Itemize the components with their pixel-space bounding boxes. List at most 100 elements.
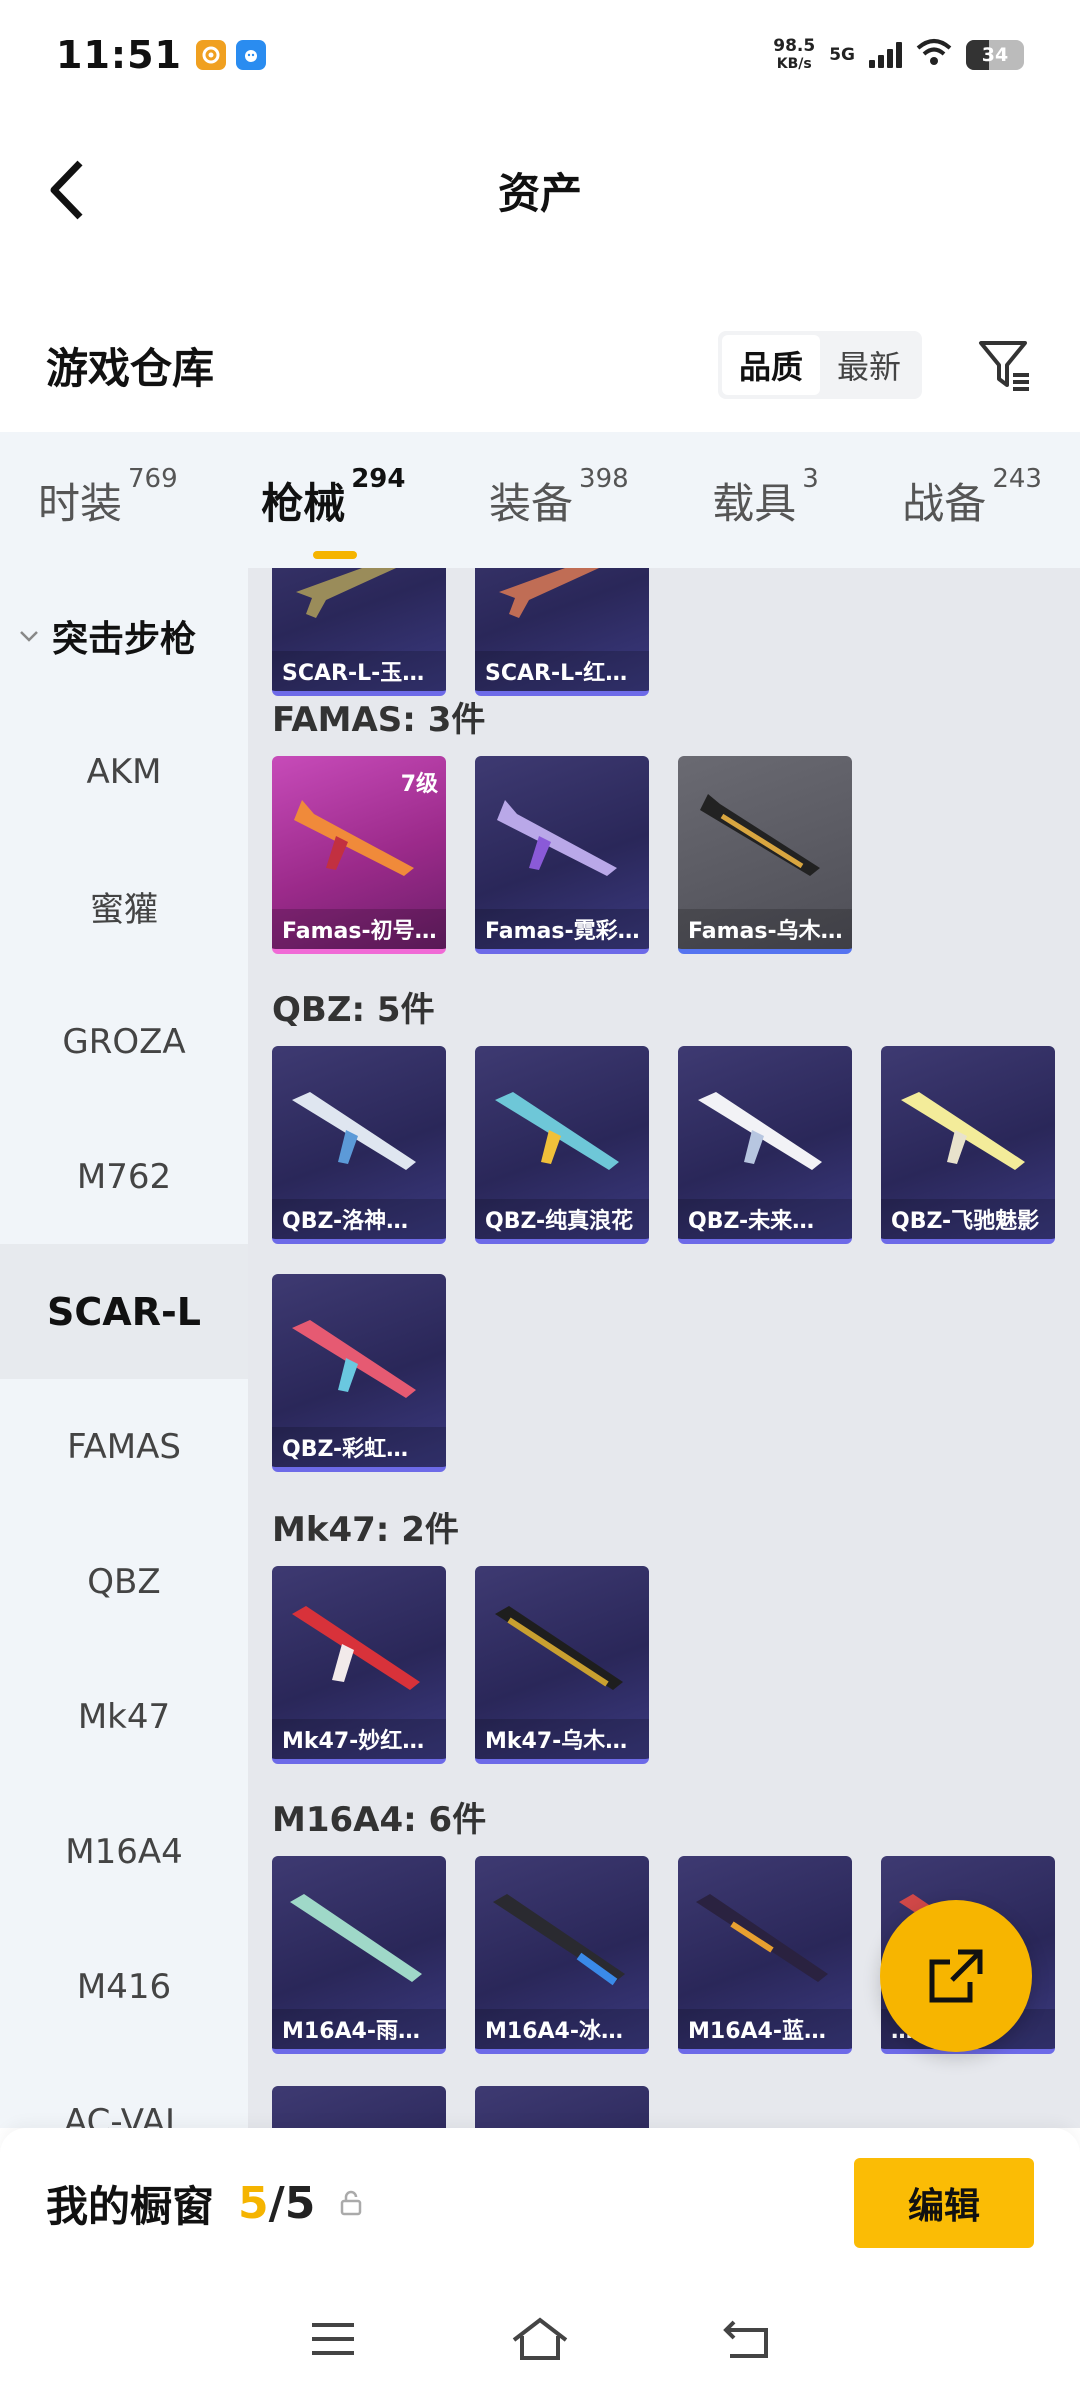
network-type: 5G: [829, 45, 855, 65]
speed-unit: KB/s: [776, 56, 812, 72]
showcase-total: 5: [284, 2177, 316, 2229]
weapon-card[interactable]: SCAR-L-玉…: [272, 568, 446, 696]
tab-weapons[interactable]: 枪械 294: [261, 464, 405, 559]
weapon-card[interactable]: 7级 Famas-初号…: [272, 756, 446, 954]
assets-page: 11:51 98.5 KB/s 5G 34 资产 游戏仓库 品质 最新 时装 7…: [0, 0, 1080, 2400]
share-button[interactable]: [880, 1900, 1032, 2052]
speed-value: 98.5: [773, 36, 816, 56]
lock-icon: [341, 2190, 362, 2216]
weapon-card[interactable]: QBZ-纯真浪花: [475, 1046, 649, 1244]
gun-icon: [296, 568, 397, 618]
back-button[interactable]: [38, 158, 98, 222]
weapon-card[interactable]: M16A4-冰…: [475, 1856, 649, 2054]
tab-count: 294: [351, 463, 406, 494]
edit-button[interactable]: 编辑: [854, 2158, 1034, 2248]
weapon-grid: SCAR-L-玉… SCAR-L-红… FAMAS: 3件 7级 Famas-初…: [248, 568, 1080, 2128]
sidebar-item-famas[interactable]: FAMAS: [0, 1379, 248, 1514]
menu-button[interactable]: [301, 2307, 365, 2371]
sidebar-item-ac-val[interactable]: AC-VAL: [0, 2054, 248, 2129]
weapon-card[interactable]: [475, 2086, 649, 2128]
gun-icon: [698, 1092, 822, 1170]
tab-count: 398: [579, 463, 629, 494]
weapon-card[interactable]: QBZ-飞驰魅影: [881, 1046, 1055, 1244]
weapon-type-sidebar: 突击步枪 AKM 蜜獾 GROZA M762 SCAR-L FAMAS QBZ …: [0, 568, 248, 2128]
weapon-card[interactable]: QBZ-洛神…: [272, 1046, 446, 1244]
weapon-card[interactable]: [272, 2086, 446, 2128]
weapon-card[interactable]: Famas-霓彩…: [475, 756, 649, 954]
sidebar-item-akm[interactable]: AKM: [0, 704, 248, 839]
gun-icon: [292, 1092, 416, 1170]
gun-icon: [497, 800, 617, 876]
tab-label: 载具: [712, 478, 797, 528]
weapon-name: QBZ-纯真浪花: [475, 1199, 649, 1239]
weapon-name: Mk47-乌木…: [475, 1719, 649, 1759]
weapon-name: M16A4-冰…: [475, 2009, 649, 2049]
weapon-name: Mk47-妙红…: [272, 1719, 446, 1759]
tab-label: 战备: [902, 478, 987, 528]
weapon-card[interactable]: Mk47-妙红…: [272, 1566, 446, 1764]
back-nav-button[interactable]: [715, 2307, 779, 2371]
weapon-name: M16A4-雨…: [272, 2009, 446, 2049]
sidebar-item-honey-badger[interactable]: 蜜獾: [0, 839, 248, 974]
active-tab-indicator: [313, 550, 358, 559]
weapon-card[interactable]: QBZ-彩虹…: [272, 1274, 446, 1472]
network-speed: 98.5 KB/s: [773, 37, 815, 73]
gun-icon: [700, 794, 820, 876]
status-time: 11:51: [56, 33, 182, 77]
weapon-card[interactable]: QBZ-未来…: [678, 1046, 852, 1244]
sidebar-item-groza[interactable]: GROZA: [0, 974, 248, 1109]
showcase-current: 5: [238, 2177, 269, 2229]
sort-toggle: 品质 最新: [718, 331, 922, 399]
page-title: 资产: [497, 168, 582, 218]
gun-icon: [292, 1320, 416, 1398]
weapon-name: QBZ-未来…: [678, 1199, 852, 1239]
sidebar-item-m762[interactable]: M762: [0, 1109, 248, 1244]
gun-icon: [499, 568, 600, 618]
battery-level: 34: [981, 44, 1009, 66]
home-button[interactable]: [508, 2307, 572, 2371]
weapon-card[interactable]: SCAR-L-红…: [475, 568, 649, 696]
weapon-card[interactable]: M16A4-蓝…: [678, 1856, 852, 2054]
gun-icon: [696, 1894, 828, 1982]
gun-icon: [292, 1606, 420, 1690]
return-icon: [722, 2320, 768, 2358]
tab-vehicles[interactable]: 载具 3: [712, 464, 819, 531]
sidebar-item-m16a4[interactable]: M16A4: [0, 1784, 248, 1919]
gun-icon: [493, 1894, 625, 1986]
section-title: QBZ: 5件: [272, 990, 435, 1030]
tab-count: 243: [992, 463, 1042, 494]
tab-label: 装备: [489, 478, 574, 528]
gun-icon: [495, 1092, 619, 1170]
section-title: M16A4: 6件: [272, 1800, 487, 1840]
tab-label: 枪械: [261, 478, 346, 528]
app-notification-icon: [195, 40, 226, 70]
filter-button[interactable]: [976, 336, 1034, 394]
chevron-down-icon: [20, 631, 38, 642]
weapon-name: Famas-乌木…: [678, 909, 852, 949]
home-icon: [512, 2317, 568, 2360]
gun-icon: [294, 800, 414, 876]
sidebar-item-mk47[interactable]: Mk47: [0, 1649, 248, 1784]
sidebar-group-assault-rifles[interactable]: 突击步枪: [0, 568, 248, 704]
weapon-card[interactable]: M16A4-雨…: [272, 1856, 446, 2054]
sidebar-item-scar-l[interactable]: SCAR-L: [0, 1244, 248, 1379]
filter-icon: [979, 341, 1029, 391]
weapon-name: Famas-初号…: [272, 909, 446, 949]
weapon-card[interactable]: Famas-乌木…: [678, 756, 852, 954]
warehouse-row: 游戏仓库 品质 最新: [0, 300, 1080, 430]
status-indicators: 98.5 KB/s 5G 34: [773, 37, 1024, 73]
tab-gear[interactable]: 战备 243: [902, 464, 1042, 531]
weapon-name: QBZ-彩虹…: [272, 1427, 446, 1467]
weapon-card[interactable]: Mk47-乌木…: [475, 1566, 649, 1764]
signal-icon: [869, 42, 902, 68]
sort-newest-button[interactable]: 最新: [820, 335, 918, 395]
sidebar-item-qbz[interactable]: QBZ: [0, 1514, 248, 1649]
sort-quality-button[interactable]: 品质: [722, 335, 820, 395]
weapon-name: QBZ-洛神…: [272, 1199, 446, 1239]
sidebar-item-m416[interactable]: M416: [0, 1919, 248, 2054]
tab-equipment[interactable]: 装备 398: [489, 464, 629, 531]
menu-icon: [312, 2323, 355, 2355]
tab-fashion[interactable]: 时装 769: [38, 464, 178, 531]
weapon-name: Famas-霓彩…: [475, 909, 649, 949]
share-icon: [929, 1949, 983, 2003]
